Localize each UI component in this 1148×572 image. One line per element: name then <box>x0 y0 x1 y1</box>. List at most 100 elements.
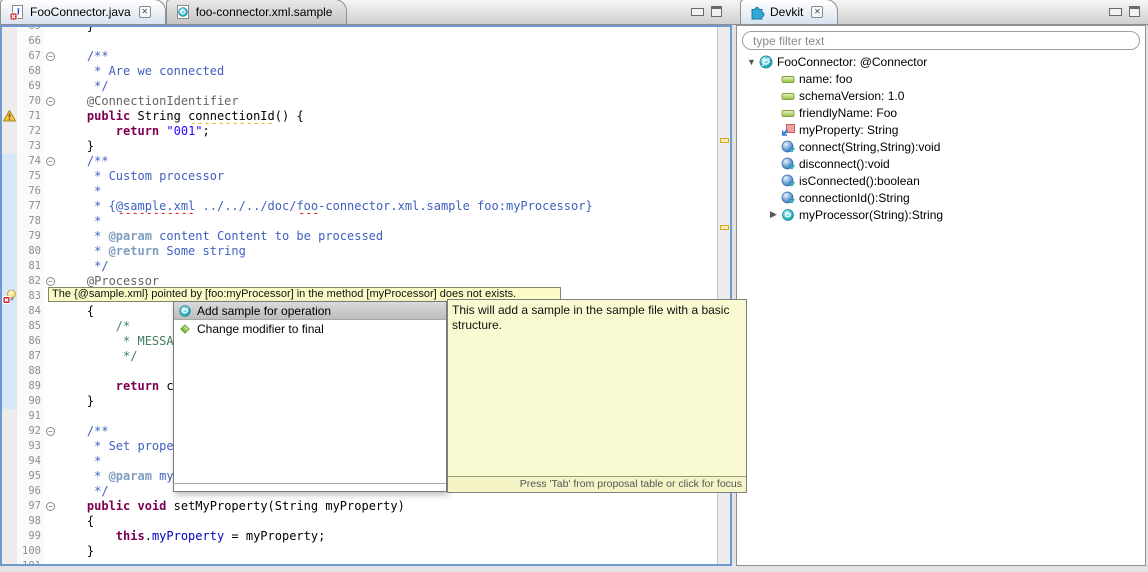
code-text[interactable] <box>58 559 717 564</box>
code-text[interactable] <box>58 34 717 49</box>
tree-item[interactable]: connect(String,String):void <box>737 138 1145 155</box>
devkit-pane: Devkit ✕ ▼ FooConnector: @Connector name: … <box>732 0 1148 566</box>
tree-item-label: myProcessor(String):String <box>799 207 944 222</box>
annotation-gutter <box>2 124 17 139</box>
code-line: 67− /** <box>2 49 717 64</box>
tree-item[interactable]: myProperty: String <box>737 121 1145 138</box>
tree-item-label: friendlyName: Foo <box>799 105 898 120</box>
method-icon <box>780 190 799 206</box>
line-number: 68 <box>17 64 44 79</box>
method-icon <box>780 173 799 189</box>
code-text[interactable]: @ConnectionIdentifier <box>58 94 717 109</box>
line-number: 95 <box>17 469 44 484</box>
annotation-gutter <box>2 364 17 379</box>
fold-collapse-icon[interactable]: − <box>44 424 58 439</box>
annotation-gutter <box>2 199 17 214</box>
tree-item[interactable]: ▼ FooConnector: @Connector <box>737 53 1145 70</box>
annotation-gutter <box>2 64 17 79</box>
chevron-down-icon[interactable]: ▼ <box>745 57 758 67</box>
line-number: 66 <box>17 34 44 49</box>
workbench: { "editor": { "tabs": [ { "label": "FooC… <box>0 0 1148 572</box>
code-text[interactable]: * @return Some string <box>58 244 717 259</box>
fold-collapse-icon[interactable]: − <box>44 154 58 169</box>
property-icon <box>780 122 799 138</box>
maximize-icon[interactable] <box>1129 6 1140 17</box>
method-icon <box>780 156 799 172</box>
fold-gutter <box>44 184 58 199</box>
fold-gutter <box>44 34 58 49</box>
code-text[interactable]: * <box>58 184 717 199</box>
code-line: 69 */ <box>2 79 717 94</box>
tab-fooconnector-java[interactable]: J FooConnector.java ✕ <box>0 0 166 24</box>
line-number: 88 <box>17 364 44 379</box>
line-number: 83 <box>17 289 44 304</box>
line-number: 87 <box>17 349 44 364</box>
tree-item-label: disconnect():void <box>799 156 890 171</box>
annotation-gutter <box>2 169 17 184</box>
tab-foo-connector-xml-sample[interactable]: foo-connector.xml.sample <box>165 0 348 24</box>
warning-icon[interactable] <box>2 109 17 124</box>
minimize-icon[interactable] <box>1109 7 1122 16</box>
tree-item[interactable]: isConnected():boolean <box>737 172 1145 189</box>
maximize-icon[interactable] <box>711 6 722 17</box>
close-icon[interactable]: ✕ <box>811 6 824 18</box>
line-number: 67 <box>17 49 44 64</box>
annotation-gutter <box>2 529 17 544</box>
code-text[interactable]: } <box>58 27 717 34</box>
minimize-icon[interactable] <box>691 7 704 16</box>
line-number: 94 <box>17 454 44 469</box>
code-text[interactable]: public void setMyProperty(String myPrope… <box>58 499 717 514</box>
proposal-item[interactable]: Change modifier to final <box>174 320 446 338</box>
close-icon[interactable]: ✕ <box>138 6 151 18</box>
code-text[interactable]: public String connectionId() { <box>58 109 717 124</box>
annotation-gutter <box>2 334 17 349</box>
code-text[interactable]: /** <box>58 154 717 169</box>
code-line: 68 * Are we connected <box>2 64 717 79</box>
annotation-gutter <box>2 409 17 424</box>
chevron-right-icon[interactable]: ▶ <box>767 209 780 220</box>
line-number: 97 <box>17 499 44 514</box>
fold-collapse-icon[interactable]: − <box>44 499 58 514</box>
code-line: 76 * <box>2 184 717 199</box>
error-bulb-icon[interactable] <box>2 289 17 304</box>
code-text[interactable]: /** <box>58 49 717 64</box>
code-text[interactable]: this.myProperty = myProperty; <box>58 529 717 544</box>
fold-gutter <box>44 559 58 564</box>
code-text[interactable]: * Are we connected <box>58 64 717 79</box>
code-text[interactable]: */ <box>58 79 717 94</box>
code-line: 97− public void setMyProperty(String myP… <box>2 499 717 514</box>
code-text[interactable]: * @param content Content to be processed <box>58 229 717 244</box>
line-number: 100 <box>17 544 44 559</box>
fold-collapse-icon[interactable]: − <box>44 49 58 64</box>
annotation-gutter <box>2 439 17 454</box>
tree-item[interactable]: connectionId():String <box>737 189 1145 206</box>
line-number: 69 <box>17 79 44 94</box>
tab-label: Devkit <box>770 5 804 19</box>
code-text[interactable]: * {@sample.xml ../../../doc/foo-connecto… <box>58 199 717 214</box>
tree-item-label: name: foo <box>799 71 853 86</box>
proposal-item[interactable]: Add sample for operation <box>174 302 446 320</box>
code-text[interactable]: } <box>58 544 717 559</box>
line-number: 73 <box>17 139 44 154</box>
tab-devkit[interactable]: Devkit ✕ <box>740 0 839 24</box>
proposal-label: Change modifier to final <box>197 322 324 336</box>
line-number: 81 <box>17 259 44 274</box>
tree-item[interactable]: name: foo <box>737 70 1145 87</box>
warning-marker[interactable] <box>720 138 729 143</box>
code-text[interactable]: * <box>58 214 717 229</box>
fold-collapse-icon[interactable]: − <box>44 94 58 109</box>
code-text[interactable]: } <box>58 139 717 154</box>
warning-marker[interactable] <box>720 225 729 230</box>
annotation-gutter <box>2 184 17 199</box>
code-text[interactable]: */ <box>58 259 717 274</box>
code-text[interactable]: { <box>58 514 717 529</box>
tree-item[interactable]: schemaVersion: 1.0 <box>737 87 1145 104</box>
annotation-gutter <box>2 454 17 469</box>
tree-item[interactable]: ▶ myProcessor(String):String <box>737 206 1145 223</box>
fold-gutter <box>44 199 58 214</box>
tree-item[interactable]: friendlyName: Foo <box>737 104 1145 121</box>
tree-item[interactable]: disconnect():void <box>737 155 1145 172</box>
filter-input[interactable] <box>742 31 1140 50</box>
code-text[interactable]: return "001"; <box>58 124 717 139</box>
code-text[interactable]: * Custom processor <box>58 169 717 184</box>
